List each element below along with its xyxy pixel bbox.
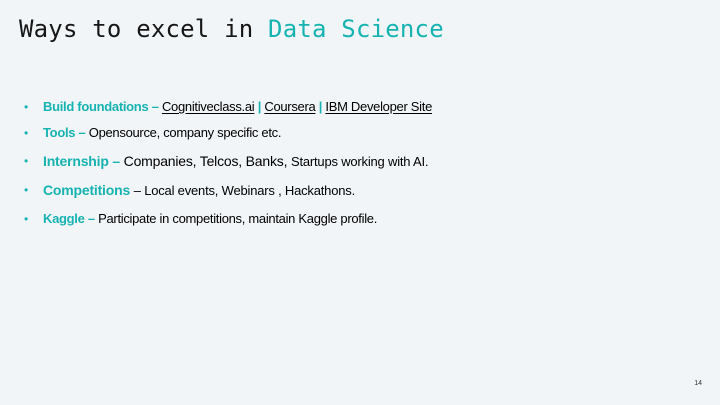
slide: Ways to excel in Data Science • Build fo… bbox=[0, 0, 720, 405]
page-number: 14 bbox=[694, 380, 702, 387]
bullet-item-tools: • Tools – Opensource, company specific e… bbox=[24, 123, 432, 151]
bullet-text-small: Startups working with AI. bbox=[290, 154, 429, 169]
bullet-item-kaggle: • Kaggle – Participate in competitions, … bbox=[24, 209, 432, 235]
bullet-list: • Build foundations – Cognitiveclass.ai … bbox=[24, 97, 432, 235]
title-accent: Data Science bbox=[268, 15, 444, 43]
link-cognitiveclass[interactable]: Cognitiveclass.ai bbox=[162, 99, 255, 114]
bullet-lead: Competitions bbox=[43, 182, 131, 198]
bullet-text: Participate in competitions, maintain Ka… bbox=[98, 211, 378, 226]
bullet-text: Companies, Telcos, Banks, bbox=[123, 153, 288, 169]
bullet-text: – Local events, Webinars , Hackathons. bbox=[133, 183, 355, 198]
bullet-dot-icon: • bbox=[24, 126, 28, 140]
bullet-text: Opensource, company specific etc. bbox=[88, 125, 282, 140]
slide-title: Ways to excel in Data Science bbox=[19, 12, 444, 46]
link-coursera[interactable]: Coursera bbox=[264, 99, 315, 114]
bullet-lead: Internship – bbox=[43, 153, 120, 169]
bullet-dot-icon: • bbox=[24, 212, 28, 226]
bullet-dot-icon: • bbox=[24, 183, 29, 197]
bullet-dot-icon: • bbox=[24, 154, 29, 168]
bullet-lead: Build foundations – bbox=[43, 99, 159, 114]
bullet-lead: Tools – bbox=[43, 125, 86, 140]
bullet-lead: Kaggle – bbox=[43, 211, 95, 226]
link-separator: | bbox=[257, 99, 262, 114]
bullet-item-internship: • Internship – Companies, Telcos, Banks,… bbox=[24, 151, 432, 180]
title-prefix: Ways to excel in bbox=[19, 15, 269, 43]
bullet-dot-icon: • bbox=[24, 100, 28, 114]
link-separator: | bbox=[318, 99, 323, 114]
bullet-item-competitions: • Competitions – Local events, Webinars … bbox=[24, 180, 432, 209]
bullet-item-build-foundations: • Build foundations – Cognitiveclass.ai … bbox=[24, 97, 432, 123]
link-ibm-developer-site[interactable]: IBM Developer Site bbox=[325, 99, 432, 114]
